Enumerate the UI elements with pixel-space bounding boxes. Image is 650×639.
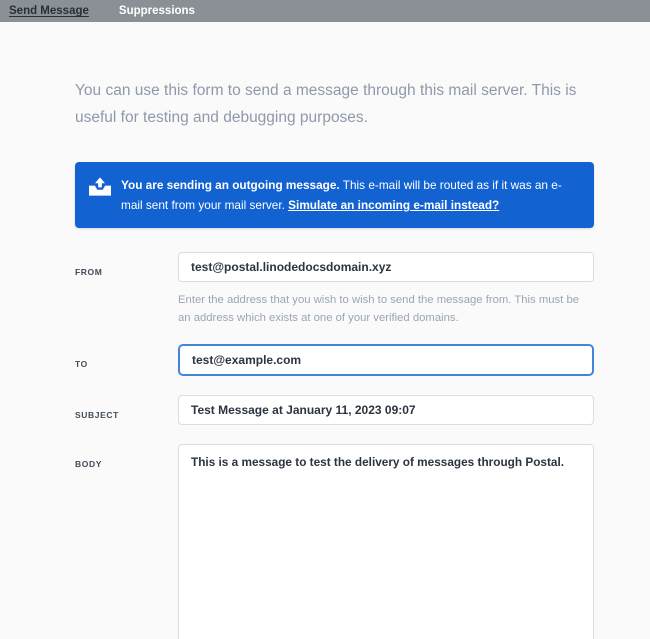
from-input[interactable] bbox=[178, 252, 594, 282]
tab-suppressions[interactable]: Suppressions bbox=[119, 0, 195, 22]
intro-text: You can use this form to send a message … bbox=[75, 77, 597, 131]
from-help-text: Enter the address that you wish to wish … bbox=[178, 291, 580, 327]
from-row: FROM Enter the address that you wish to … bbox=[75, 252, 594, 327]
subject-label: SUBJECT bbox=[75, 410, 119, 420]
body-textarea[interactable]: This is a message to test the delivery o… bbox=[178, 444, 594, 639]
to-input[interactable] bbox=[178, 344, 594, 376]
tab-bar: Send Message Suppressions bbox=[0, 0, 650, 22]
subject-input[interactable] bbox=[178, 395, 594, 425]
send-message-form: FROM Enter the address that you wish to … bbox=[75, 252, 594, 639]
banner-bold-text: You are sending an outgoing message. bbox=[121, 178, 340, 192]
subject-row: SUBJECT bbox=[75, 395, 594, 425]
to-label: TO bbox=[75, 359, 88, 369]
to-row: TO bbox=[75, 344, 594, 376]
from-label: FROM bbox=[75, 267, 102, 277]
body-row: BODY This is a message to test the deliv… bbox=[75, 444, 594, 639]
main-content: You can use this form to send a message … bbox=[0, 77, 650, 639]
outgoing-message-banner: You are sending an outgoing message. Thi… bbox=[75, 162, 594, 228]
banner-text: You are sending an outgoing message. Thi… bbox=[121, 175, 578, 215]
outbox-icon bbox=[89, 177, 111, 196]
simulate-incoming-link[interactable]: Simulate an incoming e-mail instead? bbox=[288, 198, 499, 212]
tab-send-message[interactable]: Send Message bbox=[9, 0, 89, 22]
body-label: BODY bbox=[75, 459, 102, 469]
